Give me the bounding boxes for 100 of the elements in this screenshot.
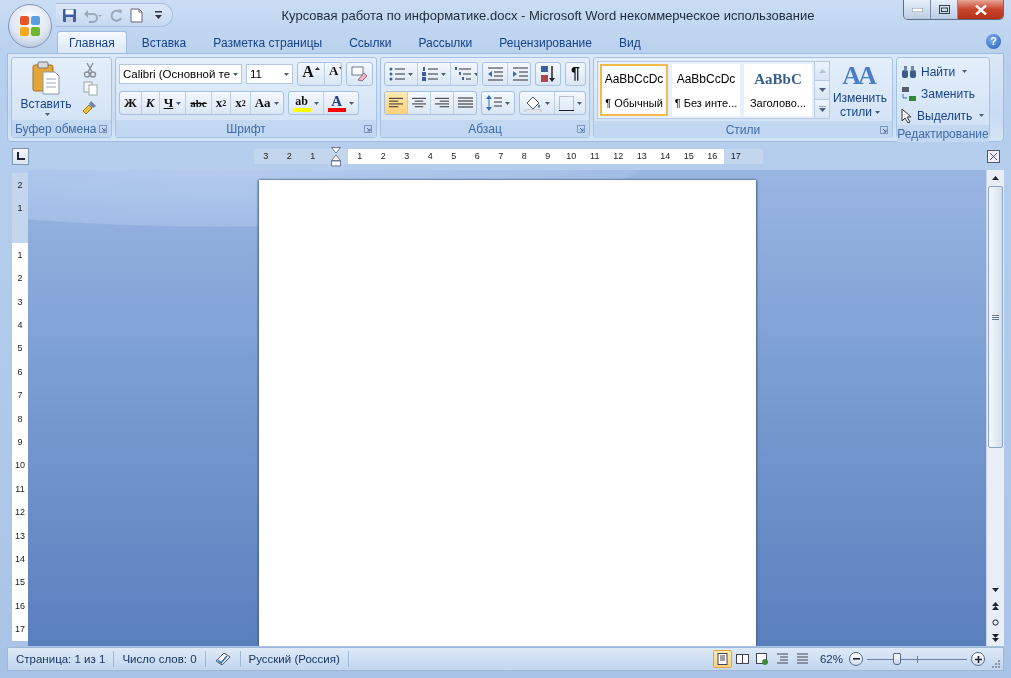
caret-icon [576,101,582,105]
ruler-number: 14 [12,547,28,571]
vertical-scrollbar[interactable] [986,170,1004,646]
align-icon [412,97,426,109]
ribbon-tab[interactable]: Рецензирование [487,31,604,53]
group-label: Буфер обмена [15,121,97,136]
style-item[interactable]: AaBbCcDc ¶ Без инте... [672,64,740,116]
group-label: Шрифт [226,121,266,136]
scroll-thumb[interactable] [988,186,1003,448]
customize-toolbar-icon[interactable] [155,11,162,19]
cursor-icon [901,107,913,124]
caret-icon [544,101,550,105]
ruler-number: 1 [12,243,28,267]
zoom-in-button[interactable] [971,652,985,666]
replace-button[interactable]: Заменить [901,84,985,103]
indent-icon [512,67,529,81]
ruler-number: 17 [12,617,28,641]
dialog-launcher-icon[interactable] [880,126,888,134]
clear-formatting-button[interactable] [346,62,373,86]
grow-font-button[interactable]: A [298,63,325,85]
format-button[interactable]: Aa [250,92,283,114]
style-item[interactable]: AaBbCcDc ¶ Обычный [600,64,668,116]
save-button[interactable] [62,7,77,23]
highlight-button[interactable]: ab [288,92,324,114]
ruler-number: 1 [348,148,372,164]
more-styles-button[interactable] [815,100,829,118]
format-button[interactable]: К [141,92,160,114]
grip-icon [992,314,999,320]
zoom-out-button[interactable] [849,652,863,666]
paste-button[interactable]: Вставить [15,61,77,120]
language-indicator[interactable]: Русский (Россия) [240,653,348,665]
ruler-number: 3 [395,148,419,164]
ruler-number: 7 [12,383,28,407]
restore-icon [938,5,950,14]
resize-grip-icon[interactable] [991,659,1000,668]
caret-icon [962,70,968,73]
caret-icon [441,72,446,76]
ruler-number: 15 [12,570,28,595]
ruler-number: 4 [418,148,442,164]
close-button[interactable] [958,0,1003,19]
align-button[interactable] [385,92,408,114]
font-size-field[interactable]: 11 [246,64,294,84]
show-formatting-marks-button[interactable]: ¶ [564,62,586,86]
format-painter-icon[interactable] [82,98,98,115]
ribbon-tab[interactable]: Рассылки [406,31,485,53]
minimize-icon [911,7,923,12]
caret-icon [348,101,354,105]
ruler-number: 12 [12,500,28,524]
replace-icon [901,85,917,102]
font-color-button[interactable]: A [323,92,358,114]
ribbon-tab[interactable]: Главная [57,31,127,53]
plus-icon [974,655,982,663]
ruler-number: 16 [700,148,724,164]
dialog-launcher-icon[interactable] [364,125,372,133]
proofing-icon[interactable] [213,651,232,667]
ruler-number: 6 [465,148,489,164]
caret-icon [284,72,290,76]
caret-icon [273,101,279,105]
ribbon-tab[interactable]: Вставка [129,31,199,53]
format-button[interactable]: Ч [159,92,187,114]
circle-icon [992,618,999,626]
change-styles-button[interactable]: AA Изменить стили [830,61,890,119]
select-button[interactable]: Выделить [901,106,985,125]
indent-marker-icon[interactable] [331,146,342,167]
shrink-font-button[interactable]: A [324,63,341,85]
scissors-icon[interactable] [83,62,97,79]
line-spacing-button[interactable] [480,91,515,115]
scroll-down-button[interactable] [815,81,829,100]
format-button[interactable]: abc [186,92,212,114]
multilevel-list-icon [455,67,471,81]
zoom-thumb[interactable] [893,653,901,665]
ribbon-tab[interactable]: Ссылки [337,31,404,53]
word-count[interactable]: Число слов: 0 [114,653,205,665]
maximize-button[interactable] [931,0,958,19]
ruler-number: 9 [536,148,560,164]
find-button[interactable]: Найти [901,62,985,81]
ruler-toggle-icon [987,149,1000,163]
zoom-level[interactable]: 62% [819,653,843,665]
office-button[interactable] [8,4,52,48]
ribbon-tab[interactable]: Разметка страницы [201,31,335,53]
zoom-slider[interactable] [867,651,967,667]
format-button[interactable]: Ж [120,92,142,114]
up-arrow-icon [818,69,826,73]
ribbon-tab[interactable]: Вид [606,31,653,53]
caret-icon [45,113,50,116]
font-name-field[interactable]: Calibri (Основной те [119,64,243,84]
bullet-list-icon [389,67,405,81]
dialog-launcher-icon[interactable] [99,125,107,133]
view-button[interactable] [712,650,732,668]
page-count[interactable]: Страница: 1 из 1 [8,653,114,665]
view-icon [735,653,749,665]
new-document-button[interactable] [130,7,143,23]
style-item[interactable]: AaBbC Заголово... [744,64,812,116]
dialog-launcher-icon[interactable] [577,125,585,133]
tab-selector-button[interactable] [12,147,29,165]
sort-button[interactable] [534,62,561,86]
ruler-number: 4 [12,313,28,337]
view-ruler-button[interactable] [986,148,1001,164]
ruler-number: 14 [653,148,677,164]
ruler-number: 2 [12,266,28,290]
